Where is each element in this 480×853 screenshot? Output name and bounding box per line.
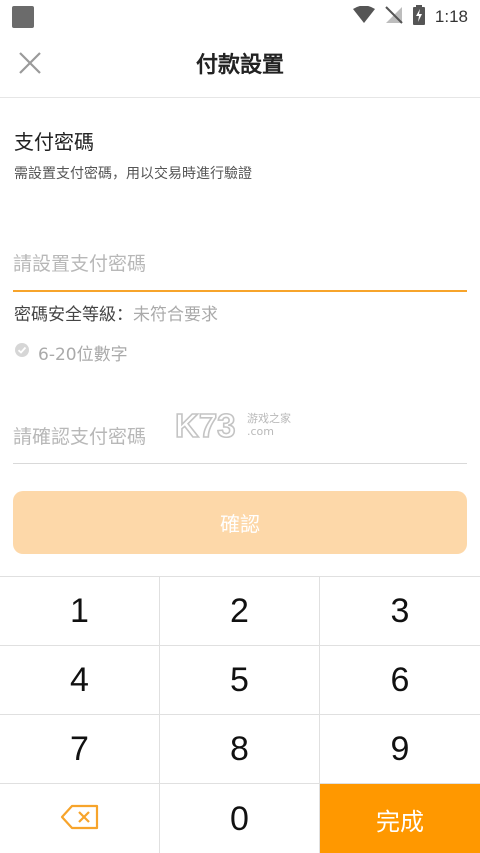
password-input[interactable] — [13, 238, 467, 290]
security-level-value: 未符合要求 — [133, 305, 218, 325]
no-signal-icon — [385, 5, 403, 28]
key-4[interactable]: 4 — [0, 646, 160, 715]
battery-charging-icon — [412, 4, 425, 29]
key-9[interactable]: 9 — [320, 715, 480, 784]
close-icon — [18, 51, 42, 79]
key-5[interactable]: 5 — [160, 646, 320, 715]
section-description: 需設置支付密碼，用以交易時進行驗證 — [14, 166, 252, 182]
status-icons: 1:18 — [352, 4, 468, 29]
security-level: 密碼安全等級：未符合要求 — [14, 300, 218, 325]
key-3[interactable]: 3 — [320, 577, 480, 646]
watermark-sub1: 游戏之家 — [247, 412, 291, 425]
key-0[interactable]: 0 — [160, 784, 320, 853]
key-7[interactable]: 7 — [0, 715, 160, 784]
key-1[interactable]: 1 — [0, 577, 160, 646]
section-title: 支付密碼 — [14, 130, 94, 154]
key-6[interactable]: 6 — [320, 646, 480, 715]
backspace-key[interactable] — [0, 784, 160, 853]
watermark-logo: K73 游戏之家 .com — [175, 408, 291, 442]
status-bar: 1:18 — [0, 0, 480, 33]
security-level-label: 密碼安全等級： — [14, 305, 133, 325]
notification-icon — [12, 5, 34, 28]
password-field[interactable] — [13, 238, 467, 292]
watermark-sub2: .com — [247, 425, 274, 438]
watermark-text: 游戏之家 .com — [247, 412, 291, 438]
check-circle-icon — [14, 342, 30, 363]
svg-text:K73: K73 — [175, 408, 236, 442]
numeric-keypad: 1 2 3 4 5 6 7 8 9 0 完成 — [0, 576, 480, 853]
close-button[interactable] — [16, 51, 44, 79]
password-rule-text: 6-20位數字 — [38, 345, 128, 365]
backspace-icon — [60, 800, 100, 839]
confirm-button[interactable]: 確認 — [13, 491, 467, 554]
watermark-k73-icon: K73 — [175, 408, 236, 442]
done-key[interactable]: 完成 — [320, 784, 480, 853]
wifi-icon — [352, 5, 375, 28]
status-time: 1:18 — [434, 6, 468, 26]
header: 付款設置 — [0, 33, 480, 98]
page-title: 付款設置 — [195, 53, 284, 78]
password-rule: 6-20位數字 — [14, 340, 128, 365]
key-8[interactable]: 8 — [160, 715, 320, 784]
key-2[interactable]: 2 — [160, 577, 320, 646]
